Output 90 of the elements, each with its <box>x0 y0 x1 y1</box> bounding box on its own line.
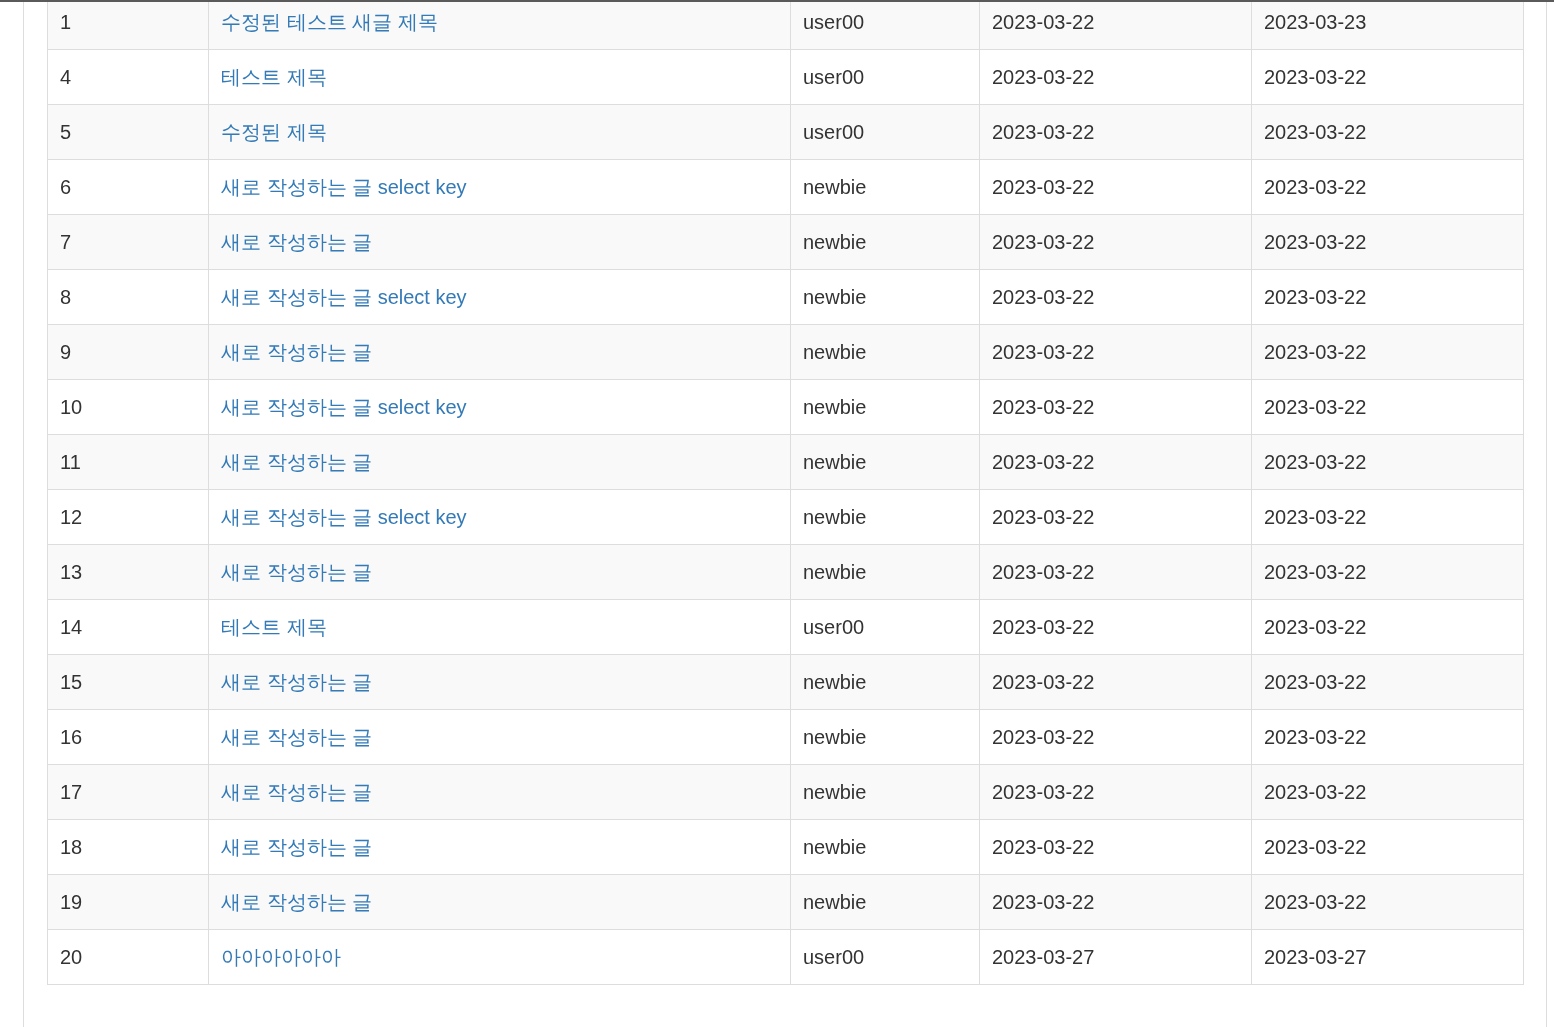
table-cell: newbie <box>790 324 980 380</box>
table-cell: newbie <box>790 434 980 490</box>
table-cell: 7 <box>47 214 209 270</box>
table-cell: 2023-03-22 <box>979 819 1252 875</box>
table-cell: 2023-03-22 <box>979 434 1252 490</box>
table-cell: newbie <box>790 819 980 875</box>
table-cell: 2023-03-22 <box>979 159 1252 215</box>
table-cell: 13 <box>47 544 209 600</box>
table-cell: 2023-03-22 <box>1251 819 1524 875</box>
table-cell: newbie <box>790 489 980 545</box>
table-cell: 2023-03-22 <box>979 599 1252 655</box>
post-title-link[interactable]: 수정된 테스트 새글 제목 <box>221 10 438 33</box>
table-cell: 2023-03-22 <box>1251 654 1524 710</box>
post-title-link[interactable]: 아아아아아아 <box>221 945 341 968</box>
table-cell: user00 <box>790 929 980 985</box>
post-title-link[interactable]: 새로 작성하는 글 <box>221 340 373 363</box>
table-cell: 2023-03-27 <box>979 929 1252 985</box>
table-cell: user00 <box>790 49 980 105</box>
table-cell: newbie <box>790 764 980 820</box>
table-cell: 4 <box>47 49 209 105</box>
table-cell: 17 <box>47 764 209 820</box>
post-title-link[interactable]: 새로 작성하는 글 <box>221 835 373 858</box>
post-title-link[interactable]: 새로 작성하는 글 <box>221 670 373 693</box>
table-cell: user00 <box>790 104 980 160</box>
table-cell: 2023-03-22 <box>1251 49 1524 105</box>
table-cell: 5 <box>47 104 209 160</box>
table-cell: 16 <box>47 709 209 765</box>
table-cell: 2023-03-22 <box>979 324 1252 380</box>
table-cell: newbie <box>790 379 980 435</box>
table-cell: newbie <box>790 269 980 325</box>
post-title-link[interactable]: 새로 작성하는 글 <box>221 230 373 253</box>
table-cell: 2023-03-22 <box>1251 379 1524 435</box>
table-cell: 20 <box>47 929 209 985</box>
table-cell: 2023-03-22 <box>979 379 1252 435</box>
table-cell: 11 <box>47 434 209 490</box>
table-cell: 2023-03-22 <box>979 49 1252 105</box>
table-cell: 2023-03-22 <box>1251 544 1524 600</box>
post-title-link[interactable]: 새로 작성하는 글 <box>221 450 373 473</box>
table-cell: 2023-03-22 <box>1251 159 1524 215</box>
table-cell: 9 <box>47 324 209 380</box>
table-cell: 15 <box>47 654 209 710</box>
table-cell: 2023-03-22 <box>1251 324 1524 380</box>
table-cell: 2023-03-22 <box>979 709 1252 765</box>
table-cell: newbie <box>790 544 980 600</box>
table-cell: 2023-03-22 <box>979 2 1252 50</box>
post-title-link[interactable]: 새로 작성하는 글 select key <box>221 505 467 528</box>
table-cell: 10 <box>47 379 209 435</box>
table-cell: 2023-03-22 <box>1251 874 1524 930</box>
table-cell: newbie <box>790 874 980 930</box>
table-cell: 2023-03-22 <box>979 544 1252 600</box>
table-cell: user00 <box>790 599 980 655</box>
table-cell: 14 <box>47 599 209 655</box>
post-title-link[interactable]: 새로 작성하는 글 select key <box>221 175 467 198</box>
post-title-link[interactable]: 새로 작성하는 글 <box>221 780 373 803</box>
post-title-link[interactable]: 테스트 제목 <box>221 615 327 638</box>
table-cell: 2023-03-22 <box>1251 764 1524 820</box>
table-cell: 2023-03-22 <box>1251 269 1524 325</box>
table-cell: 6 <box>47 159 209 215</box>
table-cell: 2023-03-22 <box>979 104 1252 160</box>
table-cell: 2023-03-22 <box>1251 599 1524 655</box>
table-cell: 2023-03-23 <box>1251 2 1524 50</box>
table-cell: 12 <box>47 489 209 545</box>
table-cell: 2023-03-22 <box>979 489 1252 545</box>
table-cell: 2023-03-22 <box>1251 434 1524 490</box>
table-cell: 2023-03-22 <box>1251 104 1524 160</box>
post-title-link[interactable]: 테스트 제목 <box>221 65 327 88</box>
post-title-link[interactable]: 새로 작성하는 글 <box>221 725 373 748</box>
table-cell: 2023-03-22 <box>1251 709 1524 765</box>
post-title-link[interactable]: 수정된 제목 <box>221 120 327 143</box>
table-cell: 2023-03-22 <box>979 764 1252 820</box>
post-title-link[interactable]: 새로 작성하는 글 <box>221 890 373 913</box>
table-cell: 2023-03-22 <box>979 269 1252 325</box>
table-cell: 2023-03-22 <box>979 874 1252 930</box>
post-title-link[interactable]: 새로 작성하는 글 <box>221 560 373 583</box>
table-cell: 2023-03-22 <box>979 214 1252 270</box>
post-title-link[interactable]: 새로 작성하는 글 select key <box>221 395 467 418</box>
table-cell: 1 <box>47 2 209 50</box>
table-cell: 18 <box>47 819 209 875</box>
table-cell: newbie <box>790 159 980 215</box>
table-cell: newbie <box>790 654 980 710</box>
post-title-link[interactable]: 새로 작성하는 글 select key <box>221 285 467 308</box>
table-cell: newbie <box>790 709 980 765</box>
table-cell: newbie <box>790 214 980 270</box>
table-cell: 2023-03-22 <box>1251 214 1524 270</box>
table-cell: 8 <box>47 269 209 325</box>
table-cell: 2023-03-22 <box>1251 489 1524 545</box>
table-cell: user00 <box>790 2 980 50</box>
table-cell: 2023-03-27 <box>1251 929 1524 985</box>
table-cell: 2023-03-22 <box>979 654 1252 710</box>
table-cell: 19 <box>47 874 209 930</box>
